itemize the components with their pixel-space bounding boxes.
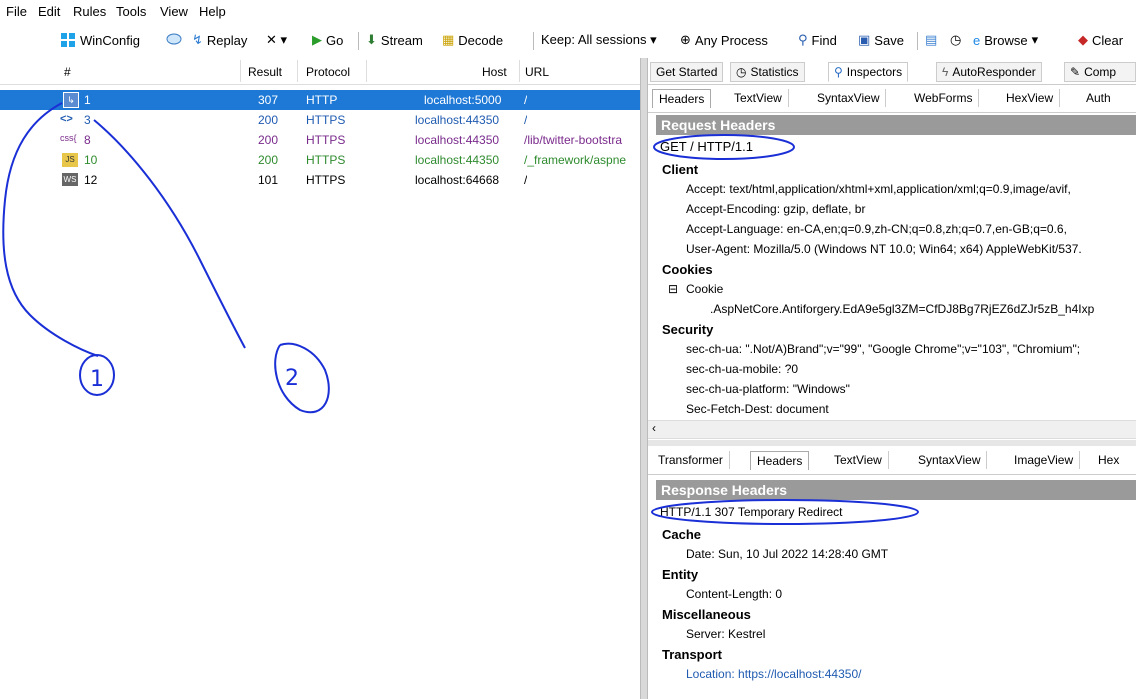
annotation-oval-status-line xyxy=(651,499,919,525)
annotation-arrow-one xyxy=(2,102,99,357)
annotation-arrow-two xyxy=(93,119,246,349)
annotation-circle-two xyxy=(274,342,330,414)
annotation-layer: 1 2 xyxy=(2,102,919,525)
annotation-oval-request-line xyxy=(653,134,795,160)
annotation-label-two: 2 xyxy=(285,366,299,391)
annotation-label-one: 1 xyxy=(90,367,104,392)
